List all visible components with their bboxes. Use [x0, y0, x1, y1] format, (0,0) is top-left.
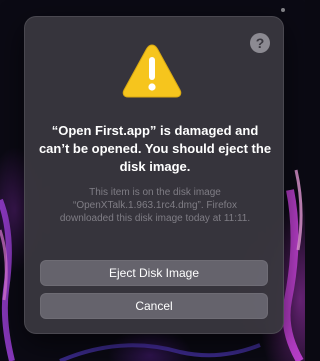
- alert-dialog: ? “Open First.app” is damaged and can’t …: [24, 16, 284, 334]
- warning-triangle-icon: [122, 44, 182, 98]
- desktop-background: ? “Open First.app” is damaged and can’t …: [0, 0, 305, 361]
- eject-disk-image-button[interactable]: Eject Disk Image: [40, 260, 268, 286]
- cancel-button[interactable]: Cancel: [40, 293, 268, 319]
- dialog-title: “Open First.app” is damaged and can’t be…: [38, 123, 272, 174]
- dialog-info-text: This item is on the disk image “OpenXTal…: [59, 187, 251, 224]
- help-button[interactable]: ?: [250, 33, 270, 53]
